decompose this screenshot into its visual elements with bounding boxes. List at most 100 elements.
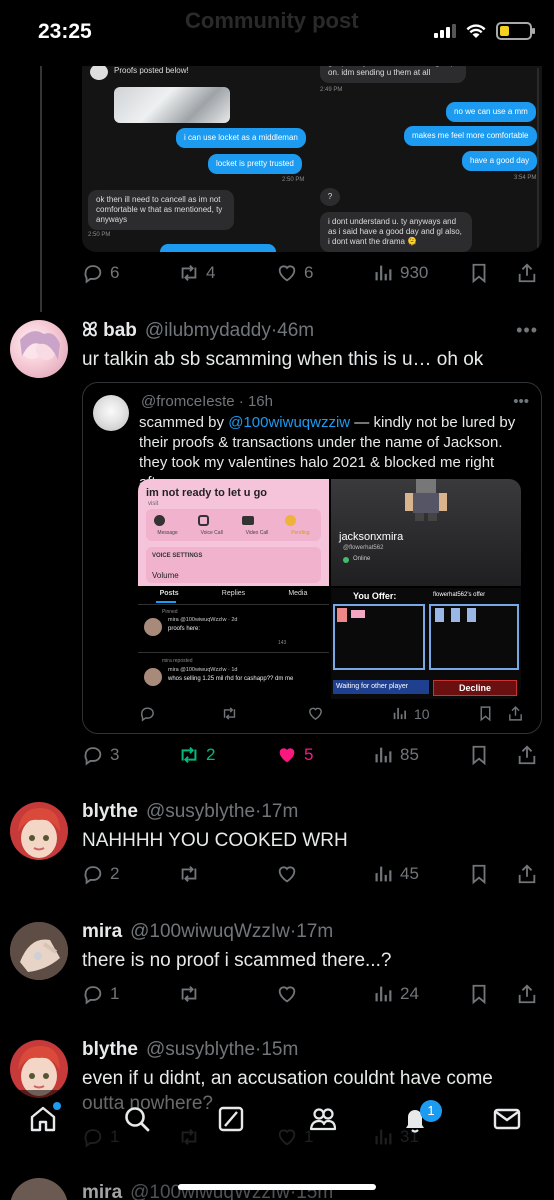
views-count: 930: [400, 263, 429, 282]
handle[interactable]: @ilubmydaddy: [145, 320, 271, 342]
reply-button[interactable]: [139, 705, 156, 722]
repost-button[interactable]: 2: [178, 744, 215, 766]
like-button[interactable]: [307, 705, 324, 722]
wifi-icon: [466, 23, 486, 38]
mention-link[interactable]: @100wiwuqwzziw: [228, 414, 350, 431]
reply-button[interactable]: 2: [82, 863, 119, 885]
repost-icon: [181, 866, 197, 882]
post-header: mira @100wiwuqWzzIw · 2d: [168, 617, 238, 623]
display-name[interactable]: blythe: [82, 801, 138, 823]
chat-msg: i can use locket as a middleman: [176, 128, 306, 148]
reply-button[interactable]: 3: [82, 744, 119, 766]
avatar[interactable]: [10, 1178, 68, 1200]
timestamp[interactable]: 15m: [261, 1039, 298, 1061]
media-trade-window[interactable]: You Offer: flowerhat562's offer Waiting …: [331, 588, 521, 699]
chat-scrollbar: [537, 68, 539, 248]
avatar[interactable]: [10, 320, 68, 378]
bookmark-button[interactable]: [468, 744, 490, 766]
bookmark-button[interactable]: [468, 983, 490, 1005]
display-name[interactable]: ꕤ bab: [82, 320, 137, 342]
media-roblox-profile[interactable]: jacksonxmira @flowerhat562 Online: [331, 479, 521, 586]
handle[interactable]: @susyblythe: [146, 801, 255, 823]
chat-timestamp: 2:49 PM: [320, 87, 343, 93]
bookmark-button[interactable]: [468, 863, 490, 885]
bottom-navigation: [0, 1090, 554, 1156]
chat-msg: Proofs posted below!: [114, 66, 189, 75]
quote-media-grid[interactable]: im not ready to let u go visit Message V…: [138, 479, 521, 699]
views-button[interactable]: 85: [372, 744, 419, 766]
quoted-tweet[interactable]: @fromceIeste · 16h ••• scammed by @100wi…: [82, 382, 542, 734]
like-button[interactable]: 5: [276, 744, 313, 766]
chat-screenshot-image[interactable]: Proofs posted below! i can use locket as…: [82, 60, 542, 252]
timestamp[interactable]: 46m: [277, 320, 314, 342]
handle[interactable]: @100wiwuqWzzIw: [130, 921, 290, 943]
status-time: 23:25: [38, 20, 92, 43]
reply-icon: [84, 747, 102, 766]
display-name[interactable]: mira: [82, 921, 122, 943]
views-button[interactable]: 930: [372, 262, 428, 284]
chat-msg: no we can use a mm: [446, 102, 536, 122]
bookmark-icon: [472, 984, 486, 1005]
reply-button[interactable]: 6: [82, 262, 119, 284]
message-icon: [154, 515, 165, 526]
reply-count: 3: [110, 745, 120, 764]
quote-timestamp[interactable]: 16h: [248, 393, 273, 410]
media-discord-profile[interactable]: im not ready to let u go visit Message V…: [138, 479, 329, 586]
avatar[interactable]: [10, 922, 68, 980]
tweet-actions: 2 45: [82, 863, 542, 889]
messages-icon[interactable]: [492, 1104, 522, 1134]
handle[interactable]: @susyblythe: [146, 1039, 255, 1061]
tweet-text: ur talkin ab sb scamming when this is u……: [82, 349, 484, 370]
share-button[interactable]: [516, 983, 538, 1005]
communities-icon[interactable]: [308, 1104, 338, 1134]
grok-icon[interactable]: [216, 1104, 246, 1134]
quote-actions: 10: [139, 705, 531, 725]
repost-button[interactable]: [221, 705, 238, 722]
repost-button[interactable]: [178, 863, 200, 885]
views-button[interactable]: 45: [372, 863, 419, 885]
share-button[interactable]: [516, 744, 538, 766]
more-options-icon[interactable]: •••: [513, 393, 529, 410]
views-icon: [375, 866, 392, 882]
pinned-label: Pinned: [162, 609, 178, 615]
repost-count: 4: [206, 263, 216, 282]
share-button[interactable]: [516, 863, 538, 885]
share-icon: [518, 984, 536, 1004]
bookmark-icon: [480, 706, 491, 722]
battery-icon: [496, 22, 535, 40]
display-name[interactable]: blythe: [82, 1039, 138, 1061]
timestamp[interactable]: 17m: [261, 801, 298, 823]
roblox-avatar-icon: [405, 479, 447, 521]
reply-button[interactable]: 1: [82, 983, 119, 1005]
chat-avatar: [90, 64, 108, 80]
quote-avatar[interactable]: [93, 395, 129, 431]
bookmark-button[interactable]: [477, 705, 494, 722]
repost-button[interactable]: [178, 983, 200, 1005]
discord-title: im not ready to let u go: [146, 487, 268, 499]
avatar[interactable]: [10, 802, 68, 860]
like-button[interactable]: 6: [276, 262, 313, 284]
share-button[interactable]: [507, 705, 524, 722]
media-twitter-profile[interactable]: Posts Replies Media Pinned mira @100wiwu…: [138, 588, 329, 699]
chat-msg: ok then ill need to cancell as im not co…: [88, 190, 234, 230]
more-options-icon[interactable]: •••: [516, 320, 538, 341]
views-button[interactable]: 10: [391, 705, 430, 722]
display-name[interactable]: mira: [82, 1182, 122, 1200]
share-button[interactable]: [516, 262, 538, 284]
repost-icon: [223, 707, 236, 720]
online-dot-icon: [343, 557, 349, 563]
quote-text-part: scammed by: [139, 414, 229, 431]
mira-avatar: [144, 668, 162, 686]
views-button[interactable]: 24: [372, 983, 419, 1005]
like-button[interactable]: [276, 863, 298, 885]
bookmark-button[interactable]: [468, 262, 490, 284]
quote-handle[interactable]: @fromceIeste: [141, 393, 235, 410]
phone-icon: [198, 515, 209, 526]
reply-count: 6: [110, 263, 120, 282]
cellular-signal-icon: [434, 24, 456, 38]
repost-button[interactable]: 4: [178, 262, 215, 284]
home-indicator[interactable]: [178, 1184, 376, 1190]
search-icon[interactable]: [122, 1104, 152, 1134]
timestamp[interactable]: 17m: [296, 921, 333, 943]
like-button[interactable]: [276, 983, 298, 1005]
